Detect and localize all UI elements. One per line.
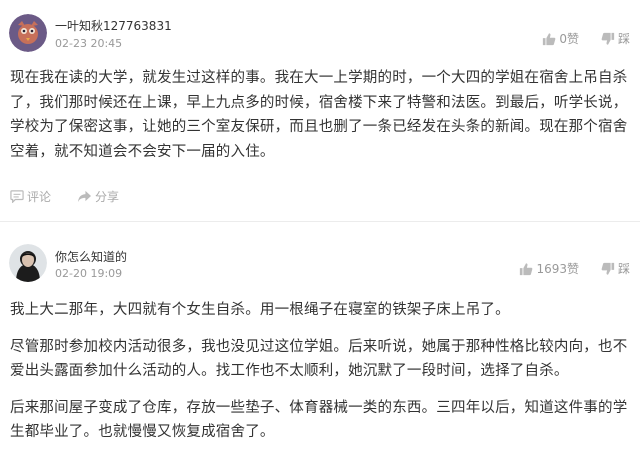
thumbs-up-icon — [520, 262, 533, 275]
thumbs-down-icon — [601, 262, 615, 275]
comment-paragraph: 尽管那时参加校内活动很多，我也没见过这位学姐。后来听说，她属于那种性格比较内向，… — [10, 338, 628, 380]
reply-label: 评论 — [27, 190, 52, 204]
comment-time: 02-20 19:09 — [55, 267, 123, 280]
comment-body: 现在我在读的大学，就发生过这样的事。我在大一上学期的时，一个大四的学姐在宿舍上吊… — [10, 66, 632, 176]
reply-button[interactable]: 评论 — [10, 188, 51, 205]
like-count: 1693赞 — [536, 262, 579, 276]
comment-actions: 0赞 踩 — [542, 30, 630, 47]
like-count: 0赞 — [559, 32, 579, 46]
like-button[interactable]: 0赞 — [542, 30, 579, 47]
comment-paragraph: 后来那间屋子变成了仓库，存放一些垫子、体育器械一类的东西。三四年以后，知道这件事… — [10, 399, 628, 441]
comment-time: 02-23 20:45 — [55, 37, 123, 50]
thumbs-up-icon — [543, 32, 556, 45]
comment-card: 你怎么知道的 02-20 19:09 1693赞 踩 我上大二那年，大四就有个女… — [0, 222, 640, 474]
comment-body: 我上大二那年，大四就有个女生自杀。用一根绳子在寝室的铁架子床上吊了。 尽管那时参… — [10, 298, 632, 457]
comment-footer: 评论 分享 — [10, 188, 119, 205]
comment-paragraph: 现在我在读的大学，就发生过这样的事。我在大一上学期的时，一个大四的学姐在宿舍上吊… — [10, 70, 628, 160]
username[interactable]: 你怎么知道的 — [55, 248, 127, 265]
comment-bubble-icon — [10, 190, 24, 203]
like-button[interactable]: 1693赞 — [519, 260, 579, 277]
share-button[interactable]: 分享 — [77, 188, 119, 205]
dislike-label: 踩 — [617, 32, 630, 46]
dislike-button[interactable]: 踩 — [601, 30, 630, 47]
comment-paragraph: 我上大二那年，大四就有个女生自杀。用一根绳子在寝室的铁架子床上吊了。 — [10, 302, 510, 318]
username[interactable]: 一叶知秋127763831 — [55, 17, 172, 34]
comment-card: 一叶知秋127763831 02-23 20:45 0赞 踩 现在我在读的大学，… — [0, 0, 640, 222]
thumbs-down-icon — [601, 32, 615, 45]
avatar[interactable] — [9, 244, 47, 282]
dislike-button[interactable]: 踩 — [601, 260, 630, 277]
avatar[interactable] — [9, 14, 47, 52]
share-arrow-icon — [78, 190, 92, 203]
share-label: 分享 — [95, 190, 120, 204]
dislike-label: 踩 — [617, 262, 630, 276]
comment-actions: 1693赞 踩 — [519, 260, 630, 277]
